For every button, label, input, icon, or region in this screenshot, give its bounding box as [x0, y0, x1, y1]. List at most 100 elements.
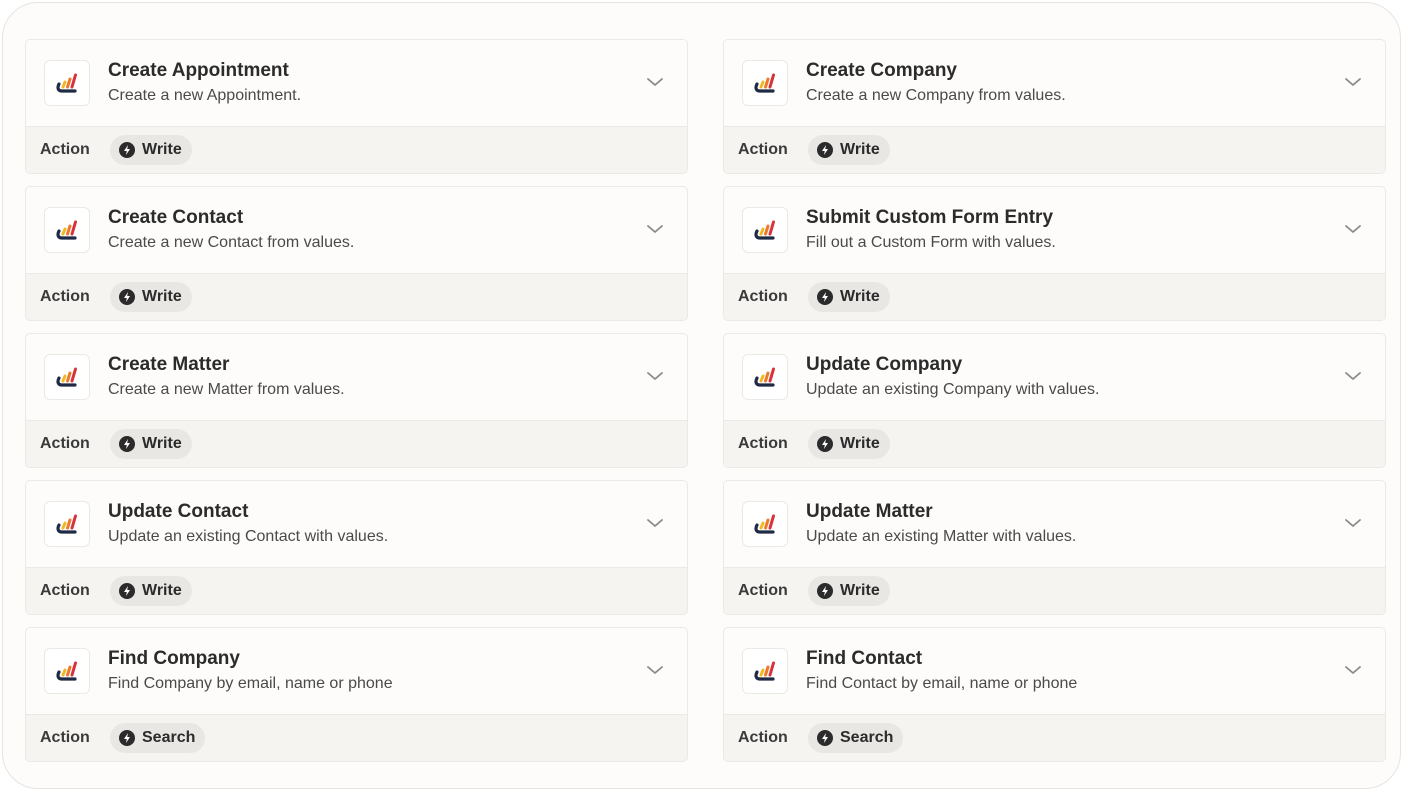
- bolt-icon: [817, 436, 833, 452]
- chevron-down-icon[interactable]: [645, 366, 665, 386]
- app-logo: [742, 501, 788, 547]
- action-title: Create Appointment: [108, 60, 289, 81]
- actions-panel: Create Appointment Create a new Appointm…: [2, 2, 1401, 789]
- chevron-down-icon[interactable]: [1343, 366, 1363, 386]
- action-card: Create Contact Create a new Contact from…: [25, 186, 688, 321]
- app-logo: [44, 501, 90, 547]
- chevron-down-icon[interactable]: [645, 72, 665, 92]
- action-card-header[interactable]: Update Matter Update an existing Matter …: [724, 481, 1385, 568]
- action-badge[interactable]: Write: [110, 429, 192, 459]
- app-logo: [44, 648, 90, 694]
- action-type-label: Action: [738, 729, 788, 746]
- action-badge[interactable]: Write: [808, 282, 890, 312]
- bolt-icon: [119, 730, 135, 746]
- action-card-footer: Action Write: [724, 274, 1385, 320]
- bolt-icon: [817, 583, 833, 599]
- action-type-label: Action: [40, 582, 90, 599]
- action-card-header[interactable]: Submit Custom Form Entry Fill out a Cust…: [724, 187, 1385, 274]
- app-logo: [44, 60, 90, 106]
- action-card-header[interactable]: Find Company Find Company by email, name…: [26, 628, 687, 715]
- chevron-down-icon[interactable]: [1343, 219, 1363, 239]
- app-logo-icon: [754, 661, 775, 681]
- action-title: Create Company: [806, 60, 957, 81]
- actions-grid: Create Appointment Create a new Appointm…: [25, 39, 1386, 762]
- action-description: Create a new Company from values.: [806, 87, 1066, 104]
- app-logo-icon: [56, 367, 77, 387]
- action-description: Fill out a Custom Form with values.: [806, 234, 1056, 251]
- action-description: Update an existing Matter with values.: [806, 528, 1077, 545]
- chevron-down-icon[interactable]: [1343, 72, 1363, 92]
- action-card: Update Company Update an existing Compan…: [723, 333, 1386, 468]
- chevron-down-icon[interactable]: [645, 219, 665, 239]
- chevron-down-icon[interactable]: [645, 660, 665, 680]
- action-badge[interactable]: Write: [110, 576, 192, 606]
- app-logo-icon: [56, 220, 77, 240]
- action-card-footer: Action Write: [26, 421, 687, 467]
- action-title: Submit Custom Form Entry: [806, 207, 1054, 228]
- action-title: Update Matter: [806, 501, 933, 522]
- action-badge-label: Write: [840, 435, 880, 452]
- bolt-icon: [119, 289, 135, 305]
- action-title: Update Company: [806, 354, 963, 375]
- action-badge-label: Write: [142, 582, 182, 599]
- action-type-label: Action: [40, 729, 90, 746]
- action-description: Find Contact by email, name or phone: [806, 675, 1078, 692]
- action-title: Update Contact: [108, 501, 249, 522]
- bolt-icon: [817, 730, 833, 746]
- bolt-icon: [119, 436, 135, 452]
- action-type-label: Action: [40, 288, 90, 305]
- chevron-down-icon[interactable]: [1343, 660, 1363, 680]
- action-card: Submit Custom Form Entry Fill out a Cust…: [723, 186, 1386, 321]
- action-card-footer: Action Write: [26, 127, 687, 173]
- action-description: Find Company by email, name or phone: [108, 675, 393, 692]
- bolt-icon: [119, 142, 135, 158]
- app-logo-icon: [754, 367, 775, 387]
- action-card: Update Contact Update an existing Contac…: [25, 480, 688, 615]
- bolt-icon: [817, 289, 833, 305]
- action-badge-label: Write: [142, 288, 182, 305]
- action-type-label: Action: [40, 435, 90, 452]
- bolt-icon: [119, 583, 135, 599]
- chevron-down-icon[interactable]: [1343, 513, 1363, 533]
- app-logo-icon: [754, 514, 775, 534]
- action-title: Create Matter: [108, 354, 230, 375]
- action-title: Find Contact: [806, 648, 923, 669]
- action-card-header[interactable]: Create Company Create a new Company from…: [724, 40, 1385, 127]
- action-card-header[interactable]: Create Appointment Create a new Appointm…: [26, 40, 687, 127]
- action-card-header[interactable]: Update Contact Update an existing Contac…: [26, 481, 687, 568]
- app-logo: [742, 207, 788, 253]
- app-logo-icon: [56, 661, 77, 681]
- action-type-label: Action: [738, 288, 788, 305]
- action-badge[interactable]: Write: [808, 135, 890, 165]
- action-type-label: Action: [738, 141, 788, 158]
- app-logo-icon: [754, 220, 775, 240]
- action-badge[interactable]: Write: [808, 429, 890, 459]
- action-card: Update Matter Update an existing Matter …: [723, 480, 1386, 615]
- action-card-footer: Action Write: [724, 127, 1385, 173]
- app-logo-icon: [56, 514, 77, 534]
- app-logo-icon: [754, 73, 775, 93]
- app-logo: [742, 60, 788, 106]
- action-badge[interactable]: Search: [808, 723, 904, 753]
- action-description: Update an existing Company with values.: [806, 381, 1100, 398]
- action-description: Create a new Contact from values.: [108, 234, 355, 251]
- action-card-header[interactable]: Find Contact Find Contact by email, name…: [724, 628, 1385, 715]
- app-logo: [44, 207, 90, 253]
- app-logo: [44, 354, 90, 400]
- action-badge[interactable]: Search: [110, 723, 206, 753]
- action-badge[interactable]: Write: [110, 135, 192, 165]
- action-type-label: Action: [738, 435, 788, 452]
- action-card-footer: Action Write: [26, 274, 687, 320]
- action-badge-label: Write: [142, 141, 182, 158]
- action-badge[interactable]: Write: [808, 576, 890, 606]
- action-card-header[interactable]: Update Company Update an existing Compan…: [724, 334, 1385, 421]
- action-badge-label: Write: [840, 141, 880, 158]
- action-card-header[interactable]: Create Contact Create a new Contact from…: [26, 187, 687, 274]
- action-card-header[interactable]: Create Matter Create a new Matter from v…: [26, 334, 687, 421]
- action-badge-label: Search: [840, 729, 894, 746]
- action-badge[interactable]: Write: [110, 282, 192, 312]
- chevron-down-icon[interactable]: [645, 513, 665, 533]
- action-description: Create a new Appointment.: [108, 87, 302, 104]
- action-badge-label: Write: [840, 288, 880, 305]
- action-badge-label: Search: [142, 729, 196, 746]
